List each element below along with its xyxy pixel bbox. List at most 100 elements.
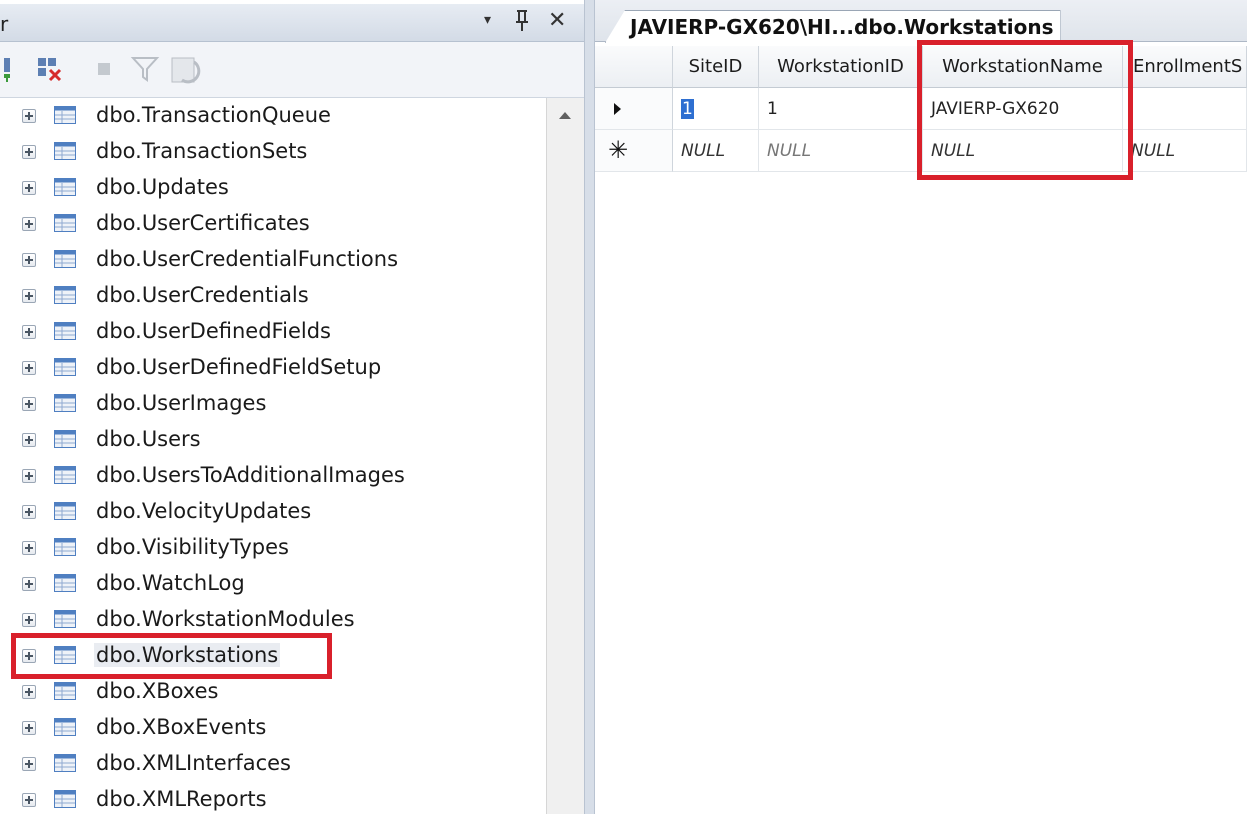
tree-item[interactable]: dbo.VelocityUpdates [0,494,546,530]
object-explorer-tree: dbo.TransactionQueue dbo.TransactionSets… [0,98,546,814]
expand-icon[interactable] [22,397,36,411]
tree-item-label: dbo.UserDefinedFields [96,319,331,343]
table-icon [54,682,76,700]
expand-icon[interactable] [22,469,36,483]
close-pane-icon[interactable]: ✕ [548,8,566,33]
stop-icon[interactable] [90,54,120,84]
tree-item[interactable]: dbo.Users [0,422,546,458]
tree-item[interactable]: dbo.UserImages [0,386,546,422]
tree-item-label: dbo.Updates [96,175,229,199]
tree-item-label: dbo.WatchLog [96,571,245,595]
cell-workstationid[interactable]: NULL [759,130,923,172]
object-explorer-pane: r ▾ ✕ dbo.TransactionQueue dbo.Transacti… [0,0,584,814]
table-icon [54,790,76,808]
expand-icon[interactable] [22,541,36,555]
disconnect-icon[interactable] [36,54,66,84]
tree-item-label: dbo.VelocityUpdates [96,499,312,523]
current-row-icon [614,103,621,115]
cell-enrollment[interactable]: NULL [1123,130,1247,172]
expand-icon[interactable] [22,109,36,123]
highlight-box-workstations [11,633,332,679]
pane-splitter[interactable] [584,0,595,814]
new-row-icon: ✳ [608,136,629,164]
grid-corner-header[interactable] [595,46,673,88]
filter-icon[interactable] [130,54,160,84]
expand-icon[interactable] [22,145,36,159]
expand-icon[interactable] [22,181,36,195]
cell-siteid[interactable]: NULL [673,130,759,172]
table-icon [54,394,76,412]
tree-item[interactable]: dbo.XBoxes [0,674,546,710]
table-icon [54,322,76,340]
cell-enrollment[interactable] [1123,88,1247,130]
connect-icon[interactable] [2,54,32,84]
column-header-enrollment[interactable]: EnrollmentS [1123,46,1247,88]
expand-icon[interactable] [22,793,36,807]
auto-hide-pin-icon[interactable] [513,8,531,39]
tree-item[interactable]: dbo.XMLInterfaces [0,746,546,782]
expand-icon[interactable] [22,289,36,303]
expand-icon[interactable] [22,721,36,735]
expand-icon[interactable] [22,325,36,339]
tree-item[interactable]: dbo.Updates [0,170,546,206]
row-selector[interactable] [595,88,673,130]
tree-item-label: dbo.XBoxEvents [96,715,267,739]
table-editor-pane: JAVIERP-GX620\HI...dbo.Workstations Site… [595,0,1247,814]
tree-scrollbar[interactable] [546,98,584,814]
expand-icon[interactable] [22,217,36,231]
document-tab-strip: JAVIERP-GX620\HI...dbo.Workstations [595,0,1247,43]
table-icon [54,610,76,628]
object-explorer-title-bar: r ▾ ✕ [0,4,584,42]
table-icon [54,106,76,124]
highlight-box-workstationname [917,40,1133,180]
tree-item-label: dbo.WorkstationModules [96,607,355,631]
expand-icon[interactable] [22,361,36,375]
expand-icon[interactable] [22,613,36,627]
tree-item[interactable]: dbo.UserCertificates [0,206,546,242]
tree-item-label: dbo.XMLReports [96,787,267,811]
tree-item[interactable]: dbo.UserDefinedFields [0,314,546,350]
tree-item[interactable]: dbo.UserCredentials [0,278,546,314]
refresh-icon[interactable] [170,54,201,84]
table-icon [54,754,76,772]
tree-item[interactable]: dbo.UserCredentialFunctions [0,242,546,278]
tree-item[interactable]: dbo.WatchLog [0,566,546,602]
expand-icon[interactable] [22,577,36,591]
tree-item-label: dbo.VisibilityTypes [96,535,289,559]
cell-siteid-value: 1 [681,99,694,119]
table-icon [54,466,76,484]
expand-icon[interactable] [22,433,36,447]
column-header-workstationid[interactable]: WorkstationID [759,46,923,88]
tree-item[interactable]: dbo.XMLReports [0,782,546,814]
expand-icon[interactable] [22,685,36,699]
tree-item[interactable]: dbo.UsersToAdditionalImages [0,458,546,494]
table-icon [54,250,76,268]
object-explorer-toolbar [0,42,584,98]
cell-siteid[interactable]: 1 [673,88,759,130]
tree-item-label: dbo.TransactionSets [96,139,308,163]
tree-item-label: dbo.UserCredentials [96,283,309,307]
tree-item[interactable]: dbo.UserDefinedFieldSetup [0,350,546,386]
tree-item-label: dbo.TransactionQueue [96,103,331,127]
table-icon [54,430,76,448]
tree-item-label: dbo.XMLInterfaces [96,751,291,775]
expand-icon[interactable] [22,757,36,771]
tree-item-label: dbo.XBoxes [96,679,219,703]
table-icon [54,358,76,376]
scroll-up-icon[interactable] [559,112,571,119]
window-position-dropdown-icon[interactable]: ▾ [484,12,491,28]
row-selector[interactable]: ✳ [595,130,673,172]
tree-item-label: dbo.UserDefinedFieldSetup [96,355,382,379]
tree-item[interactable]: dbo.TransactionQueue [0,98,546,134]
tree-item[interactable]: dbo.TransactionSets [0,134,546,170]
table-icon [54,538,76,556]
tree-item-label: dbo.Users [96,427,201,451]
tree-item[interactable]: dbo.VisibilityTypes [0,530,546,566]
expand-icon[interactable] [22,505,36,519]
column-header-siteid[interactable]: SiteID [673,46,759,88]
table-icon [54,502,76,520]
expand-icon[interactable] [22,253,36,267]
tree-item[interactable]: dbo.XBoxEvents [0,710,546,746]
document-tab-workstations[interactable]: JAVIERP-GX620\HI...dbo.Workstations [605,10,1061,43]
cell-workstationid[interactable]: 1 [759,88,923,130]
